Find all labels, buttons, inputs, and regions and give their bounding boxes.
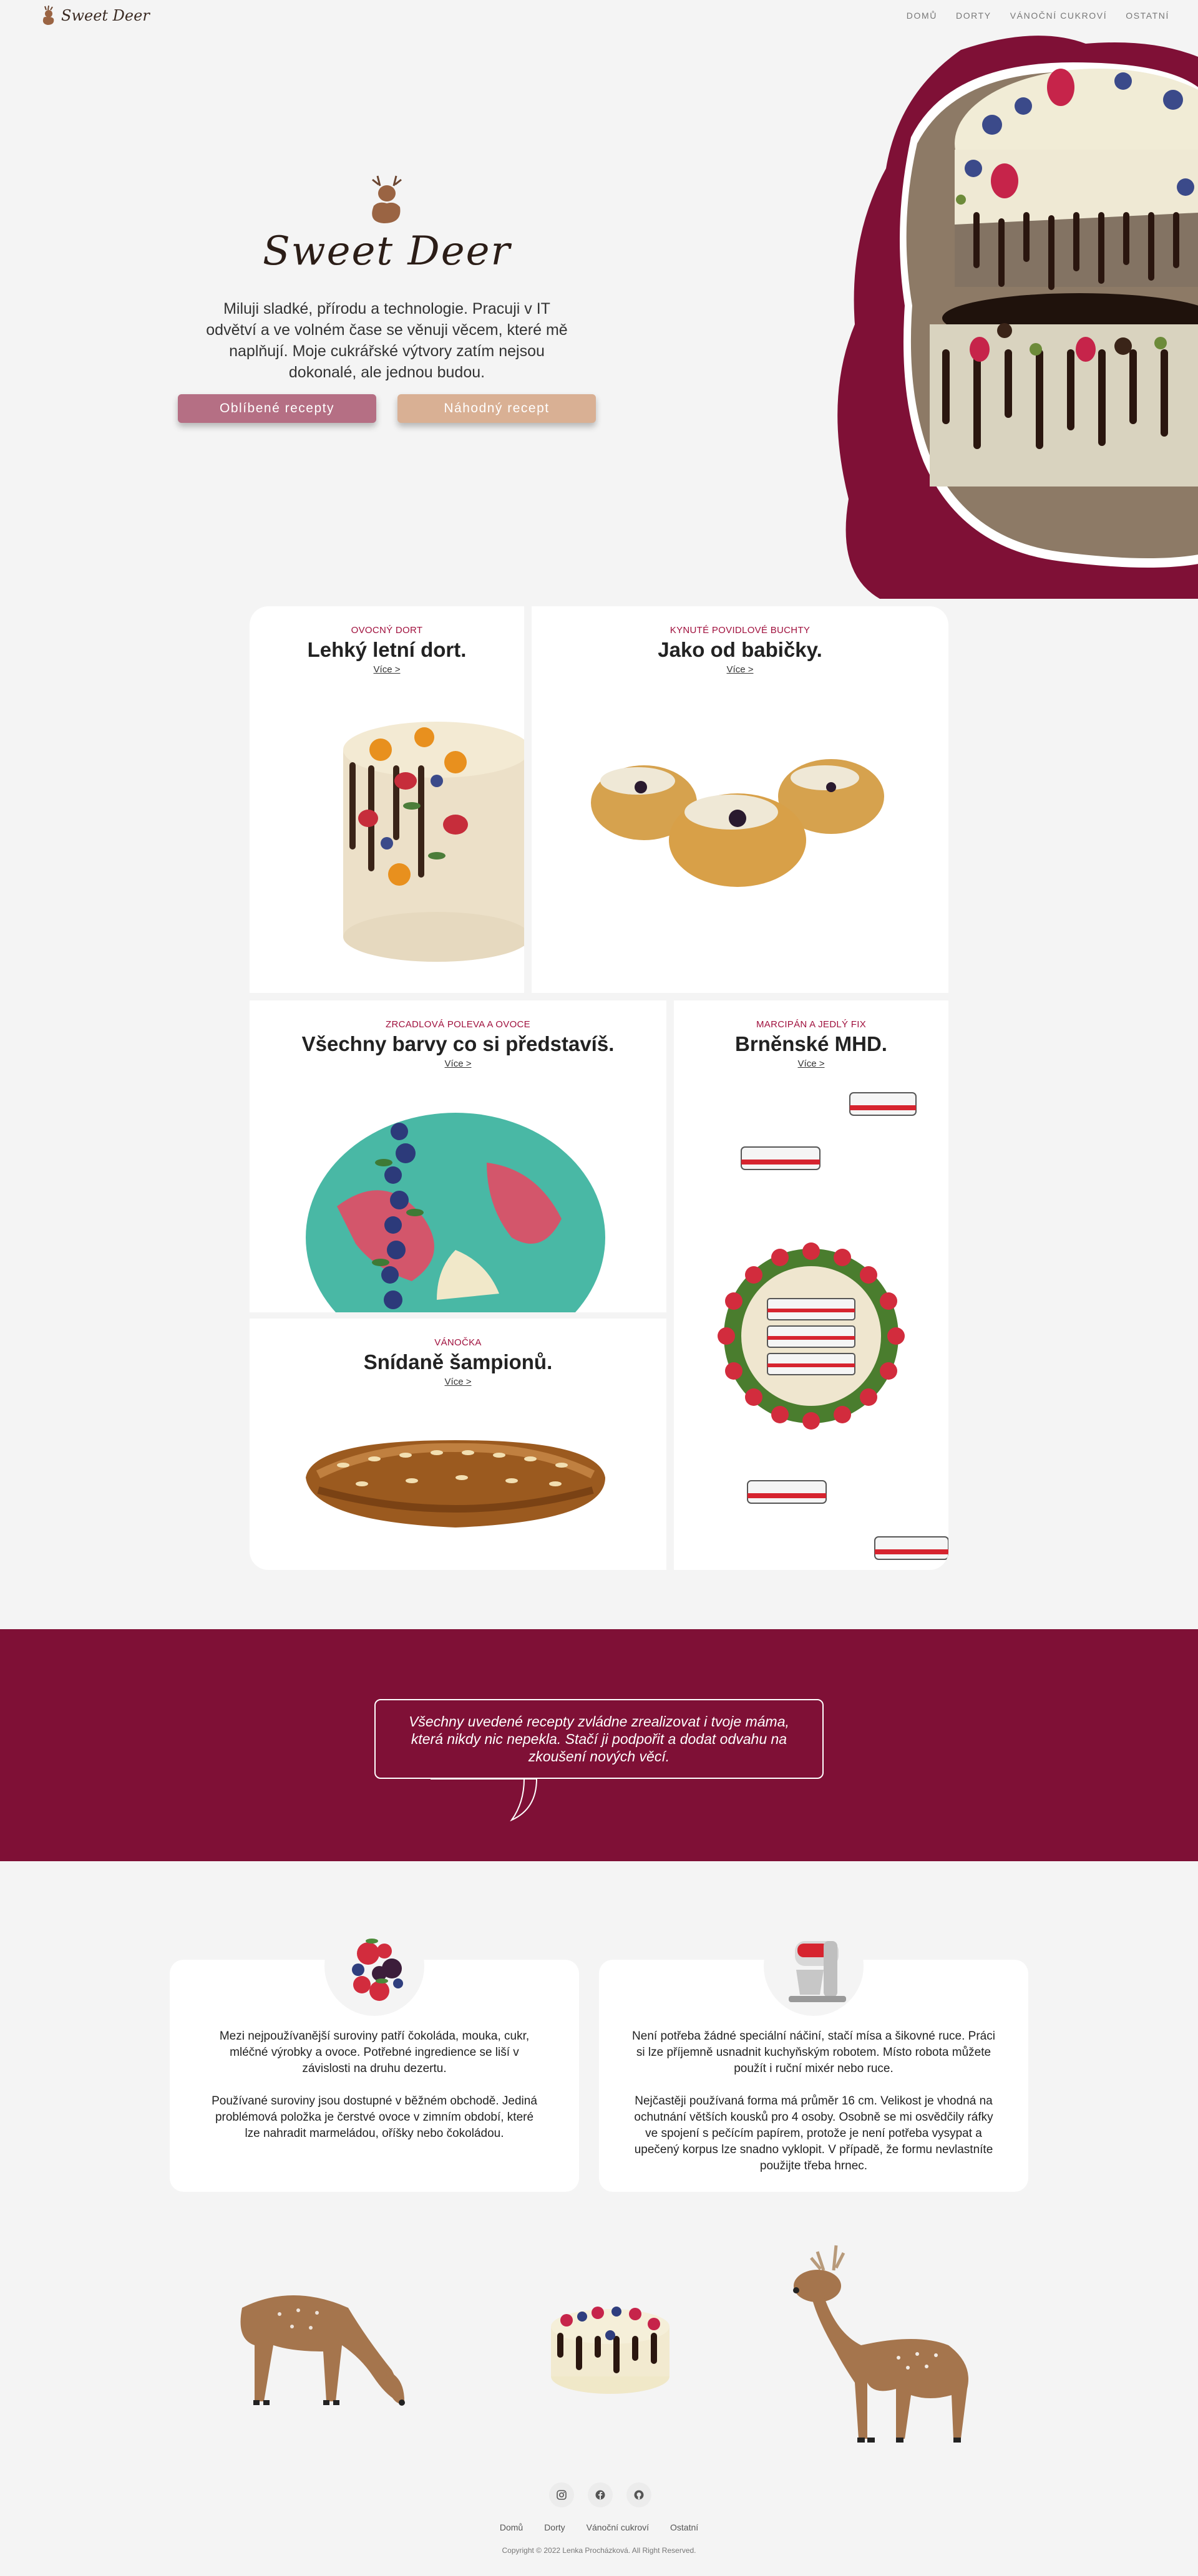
speech-bubble-tail-icon	[431, 1778, 538, 1821]
card-more-link[interactable]: Více >	[374, 664, 401, 675]
hero-buttons: Oblíbené recepty Náhodný recept	[178, 394, 596, 423]
brand-name: Sweet Deer	[61, 7, 150, 24]
card-category: VÁNOČKA	[434, 1337, 482, 1348]
tools-text-2: Nejčastěji používaná forma má průměr 16 …	[634, 2094, 993, 2172]
grazing-deer-illustration	[240, 2295, 405, 2406]
footer-link-christmas-cookies[interactable]: Vánoční cukroví	[587, 2522, 649, 2532]
buns-image	[591, 759, 884, 887]
ingredients-text-2: Používané suroviny jsou dostupné v běžné…	[212, 2094, 537, 2140]
random-recipe-button[interactable]: Náhodný recept	[397, 394, 596, 423]
card-title: Lehký letní dort.	[307, 638, 467, 661]
footer-link-cakes[interactable]: Dorty	[544, 2522, 565, 2532]
recipe-card-summer-cake: OVOCNÝ DORT Lehký letní dort. Více >	[250, 606, 524, 993]
card-more-link[interactable]: Více >	[445, 1377, 472, 1387]
hero-logo-text: Sweet Deer	[262, 228, 512, 274]
card-more-link[interactable]: Více >	[727, 664, 754, 675]
copyright: Copyright © 2022 Lenka Procházková. All …	[502, 2546, 696, 2555]
footer-links: Domů Dorty Vánoční cukroví Ostatní	[0, 2522, 1198, 2532]
nav-item-cakes[interactable]: DORTY	[956, 11, 991, 21]
recipe-grid: OVOCNÝ DORT Lehký letní dort. Více > KYN…	[250, 606, 948, 1570]
facebook-icon[interactable]	[588, 2482, 613, 2507]
deer-logo-icon	[42, 5, 54, 25]
navbar: Sweet Deer DOMŮ DORTY VÁNOČNÍ CUKROVÍ OS…	[0, 0, 1198, 31]
quote-section: Všechny uvedené recepty zvládne zrealizo…	[0, 1629, 1198, 1861]
deer-logo-icon	[372, 175, 402, 223]
recipe-card-sweet-bread: VÁNOČKA Snídaně šampionů. Více >	[250, 1312, 666, 1570]
recipe-card-mirror-glaze: ZRCADLOVÁ POLEVA A OVOCE Všechny barvy c…	[250, 1000, 666, 1312]
footer-link-other[interactable]: Ostatní	[670, 2522, 698, 2532]
recipe-card-brno-tram-cake: MARCIPÁN A JEDLÝ FIX Brněnské MHD. Více …	[674, 1000, 948, 1570]
mirror-glaze-cake-image	[306, 1113, 605, 1312]
tools-text-1: Není potřeba žádné speciální náčiní, sta…	[632, 2030, 995, 2075]
tools-card: Není potřeba žádné speciální náčiní, sta…	[599, 1916, 1028, 2192]
cake-illustration	[551, 2307, 670, 2394]
fruit-cake-image	[343, 722, 524, 962]
card-title: Brněnské MHD.	[735, 1032, 887, 1055]
ingredients-text-1: Mezi nejpoužívanější suroviny patří čoko…	[219, 2030, 530, 2075]
nav-item-other[interactable]: OSTATNÍ	[1126, 11, 1169, 21]
quote-text: Všechny uvedené recepty zvládne zrealizo…	[409, 1713, 789, 1765]
instagram-icon[interactable]	[549, 2482, 574, 2507]
hero-intro: Sweet Deer Miluji sladké, přírodu a tech…	[175, 175, 599, 383]
card-more-link[interactable]: Více >	[798, 1058, 825, 1069]
hero-description: Miluji sladké, přírodu a technologie. Pr…	[206, 300, 568, 381]
recipe-card-buns: KYNUTÉ POVIDLOVÉ BUCHTY Jako od babičky.…	[532, 606, 948, 993]
quote-bubble: Všechny uvedené recepty zvládne zrealizo…	[374, 1699, 824, 1779]
card-category: OVOCNÝ DORT	[351, 625, 423, 636]
card-more-link[interactable]: Více >	[445, 1058, 472, 1069]
github-icon[interactable]	[626, 2482, 651, 2507]
brand-link[interactable]: Sweet Deer	[40, 5, 150, 26]
stand-mixer-icon	[764, 1916, 864, 2016]
vanocka-image	[306, 1440, 605, 1528]
footer-link-home[interactable]: Domů	[500, 2522, 523, 2532]
card-title: Všechny barvy co si představíš.	[301, 1032, 615, 1055]
social-icons	[549, 2482, 651, 2507]
nav-item-home[interactable]: DOMŮ	[907, 11, 937, 21]
ingredients-card: Mezi nejpoužívanější suroviny patří čoko…	[170, 1916, 579, 2192]
card-category: MARCIPÁN A JEDLÝ FIX	[756, 1019, 867, 1030]
card-category: KYNUTÉ POVIDLOVÉ BUCHTY	[670, 625, 811, 636]
card-title: Snídaně šampionů.	[363, 1350, 553, 1373]
berries-icon	[324, 1916, 424, 2016]
nav-item-christmas-cookies[interactable]: VÁNOČNÍ CUKROVÍ	[1010, 11, 1107, 21]
standing-deer-illustration	[793, 2245, 968, 2443]
card-category: ZRCADLOVÁ POLEVA A OVOCE	[385, 1019, 530, 1030]
hero-cake-image	[837, 36, 1198, 599]
favorite-recipes-button[interactable]: Oblíbené recepty	[178, 394, 376, 423]
tram-cake-image	[718, 1092, 948, 1560]
nav-menu: DOMŮ DORTY VÁNOČNÍ CUKROVÍ OSTATNÍ	[907, 11, 1169, 21]
card-title: Jako od babičky.	[658, 638, 822, 661]
